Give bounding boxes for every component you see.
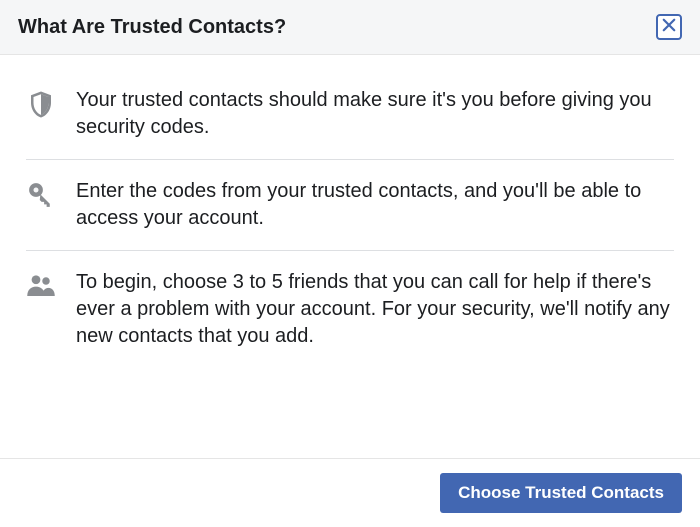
dialog-header: What Are Trusted Contacts?	[0, 0, 700, 55]
shield-icon	[26, 87, 76, 119]
dialog-title: What Are Trusted Contacts?	[18, 16, 286, 39]
dialog-content: Your trusted contacts should make sure i…	[0, 55, 700, 458]
info-text: Enter the codes from your trusted contac…	[76, 178, 674, 232]
info-text: Your trusted contacts should make sure i…	[76, 87, 674, 141]
info-text: To begin, choose 3 to 5 friends that you…	[76, 269, 674, 350]
trusted-contacts-dialog: What Are Trusted Contacts? Your trusted …	[0, 0, 700, 527]
dialog-footer: Choose Trusted Contacts	[0, 458, 700, 527]
people-icon	[26, 269, 76, 301]
choose-contacts-button[interactable]: Choose Trusted Contacts	[440, 473, 682, 513]
close-button[interactable]	[656, 14, 682, 40]
info-row-shield: Your trusted contacts should make sure i…	[26, 75, 674, 160]
info-row-people: To begin, choose 3 to 5 friends that you…	[26, 251, 674, 368]
info-row-key: Enter the codes from your trusted contac…	[26, 160, 674, 251]
close-icon	[662, 18, 676, 37]
key-icon	[26, 178, 76, 210]
